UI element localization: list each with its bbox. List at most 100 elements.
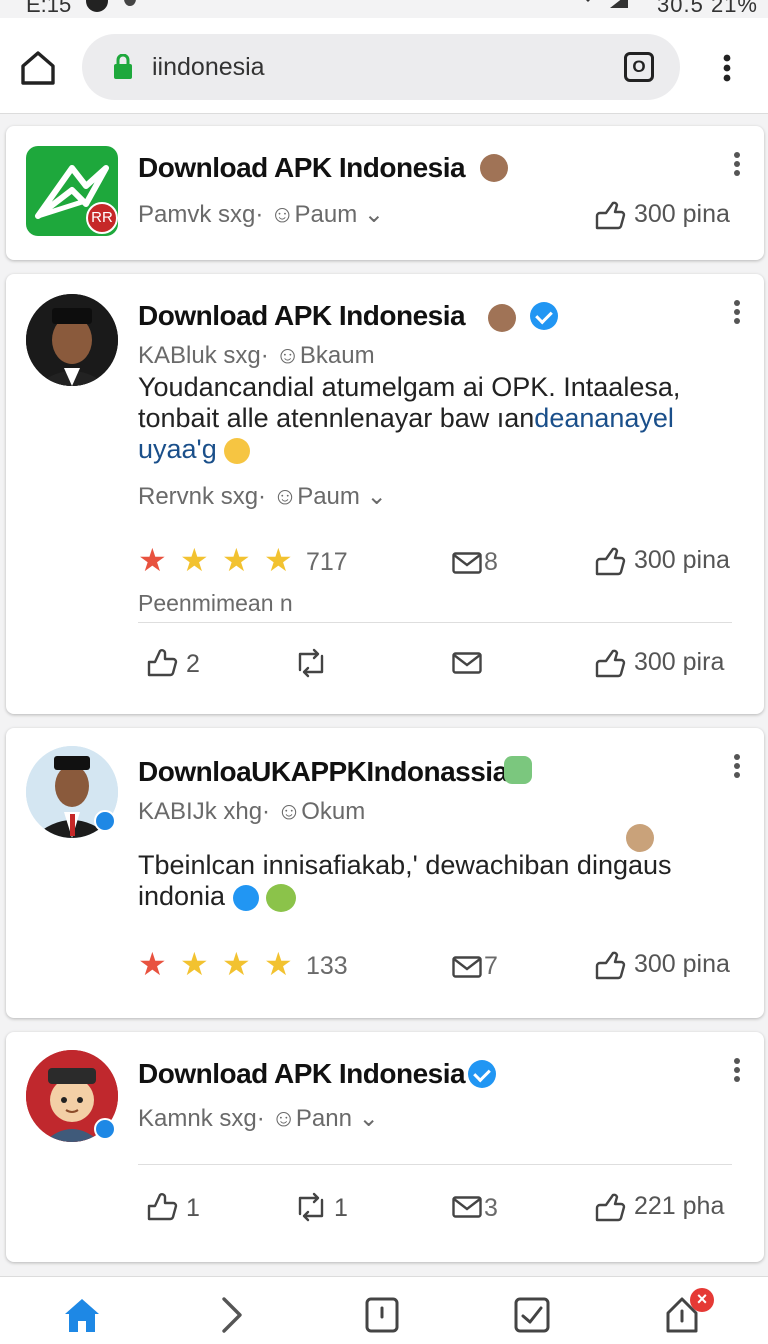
divider: [138, 622, 732, 623]
post-meta: Kamnk sxg· ☺Pann ⌄: [138, 1105, 379, 1132]
like-count: 2: [186, 650, 200, 678]
app-badge-icon: RR: [86, 202, 118, 234]
lock-icon: [114, 54, 132, 79]
more-options-icon[interactable]: [732, 1058, 742, 1086]
tab-switcher-button[interactable]: O: [624, 52, 654, 82]
message-count: 7: [484, 952, 498, 980]
more-options-icon[interactable]: [732, 152, 742, 180]
share-count: 300 pina: [634, 950, 730, 978]
star-icon: ★: [138, 946, 167, 982]
star-icon: ★: [180, 946, 209, 982]
post-text-line: indonia: [138, 881, 698, 912]
star-icon: ★: [264, 946, 293, 982]
like-icon[interactable]: [146, 1192, 178, 1222]
notification-icon: [86, 0, 108, 12]
smile-emoji-icon: [224, 437, 251, 464]
home-nav-icon[interactable]: [62, 1295, 102, 1335]
more-options-icon[interactable]: [732, 300, 742, 328]
verified-badge-icon: [468, 1060, 496, 1088]
post-author-name[interactable]: Download APK Indonesia: [138, 152, 466, 184]
avatar[interactable]: [26, 294, 118, 386]
post-card[interactable]: DownloaUKAPPKIndonassia KABIJk xhg· ☺Oku…: [6, 728, 764, 1018]
status-battery-text: 30.5 21%: [657, 0, 758, 17]
divider: [138, 1164, 732, 1165]
share-button[interactable]: 221 pha: [594, 1192, 724, 1224]
post-meta: KABIJk xhg· ☺Okum: [138, 798, 366, 825]
star-icon: ★: [180, 542, 209, 578]
post-author-name[interactable]: Download APK Indonesia: [138, 1058, 466, 1090]
share-button[interactable]: 300 pina: [594, 950, 730, 982]
share-icon: [595, 547, 626, 576]
message-icon[interactable]: [452, 956, 482, 978]
more-options-icon[interactable]: [732, 754, 742, 782]
share-count: 221 pha: [634, 1192, 725, 1220]
retweet-icon[interactable]: [294, 648, 328, 678]
post-author-name[interactable]: DownloaUKAPPKIndonassia: [138, 756, 508, 788]
share-button[interactable]: 300 pina: [594, 200, 730, 232]
forward-nav-icon[interactable]: [212, 1295, 252, 1335]
like-count: 1: [186, 1194, 200, 1222]
message-icon[interactable]: [452, 652, 482, 674]
retweet-count: 1: [334, 1194, 348, 1222]
star-icon: ★: [222, 542, 251, 578]
share-button[interactable]: 300 pira: [594, 648, 724, 680]
plane-emoji-icon: [232, 884, 259, 911]
person-avatar-icon: [26, 294, 118, 386]
avatar-badge-icon: [94, 1118, 116, 1140]
rating-count: 133: [306, 952, 348, 980]
url-text: iindonesia: [152, 53, 265, 81]
clock-nav-icon[interactable]: [362, 1295, 402, 1335]
address-bar[interactable]: iindonesia O: [82, 34, 680, 100]
post-card[interactable]: Download APK Indonesia KABluk sxg· ☺Bkau…: [6, 274, 764, 714]
share-count: 300 pina: [634, 200, 730, 228]
post-hashtag-link[interactable]: uyaa'g: [138, 434, 217, 464]
home-icon[interactable]: [18, 48, 58, 88]
message-icon[interactable]: [452, 1196, 482, 1218]
verified-badge-icon: [530, 302, 558, 330]
browser-toolbar: iindonesia O: [0, 18, 768, 114]
post-card[interactable]: Download APK Indonesia Kamnk sxg· ☺Pann …: [6, 1032, 764, 1262]
share-icon: [595, 649, 626, 678]
post-meta: Rervnk sxg· ☺Paum ⌄: [138, 483, 387, 510]
post-text-plain: tonbait alle atennlenayar baw ıan: [138, 403, 535, 433]
avatar-badge-icon: [94, 810, 116, 832]
rating-count: 717: [306, 548, 348, 576]
location-icon: [124, 0, 136, 6]
post-meta: Pamvk sxg· ☺Paum ⌄: [138, 201, 384, 228]
sticker-emoji-icon: [504, 756, 532, 784]
post-text-plain: indonia: [138, 881, 226, 911]
share-count: 300 pina: [634, 546, 730, 574]
post-text-line: Youdancandial atumelgam ai OPK. Intaales…: [138, 372, 681, 402]
like-icon[interactable]: [146, 648, 178, 678]
post-card[interactable]: RR Download APK Indonesia Pamvk sxg· ☺Pa…: [6, 126, 764, 260]
star-icon: ★: [222, 946, 251, 982]
share-button[interactable]: 300 pina: [594, 546, 730, 578]
message-count: 3: [484, 1194, 498, 1222]
post-author-name[interactable]: Download APK Indonesia: [138, 300, 466, 332]
message-count: 8: [484, 548, 498, 576]
share-count: 300 pira: [634, 648, 725, 676]
app-icon[interactable]: RR: [26, 146, 118, 236]
notification-badge: ×: [690, 1288, 714, 1312]
character-emoji-icon: [266, 883, 297, 912]
signal-icon: [586, 0, 628, 8]
star-icon: ★: [138, 542, 167, 578]
post-subline: Peenmimean n: [138, 590, 293, 616]
post-text: Youdancandial atumelgam ai OPK. Intaales…: [138, 372, 698, 465]
message-icon[interactable]: [452, 552, 482, 574]
post-text-line: uyaa'g: [138, 434, 698, 465]
star-icon: ★: [264, 542, 293, 578]
share-icon: [595, 201, 626, 230]
checklist-nav-icon[interactable]: [512, 1295, 552, 1335]
post-meta: KABluk sxg· ☺Bkaum: [138, 342, 375, 369]
retweet-icon[interactable]: [294, 1192, 328, 1222]
post-text: Tbeinlcan innisafiakab,' dewachiban ding…: [138, 850, 698, 912]
bear-emoji-icon: [480, 154, 508, 182]
post-hashtag-link[interactable]: deananayel: [534, 403, 674, 433]
character-emoji-icon: [626, 824, 654, 852]
bottom-navigation: [0, 1276, 768, 1344]
share-icon: [595, 1193, 626, 1222]
post-text-line: Tbeinlcan innisafiakab,' dewachiban ding…: [138, 850, 672, 880]
browser-menu-icon[interactable]: [712, 48, 742, 88]
status-time: E:15: [26, 0, 72, 17]
